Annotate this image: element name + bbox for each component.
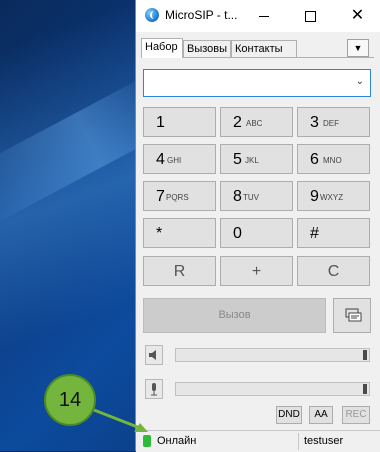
tab-dial[interactable]: Набор [141, 38, 183, 58]
annotation-badge: 14 [44, 374, 96, 426]
